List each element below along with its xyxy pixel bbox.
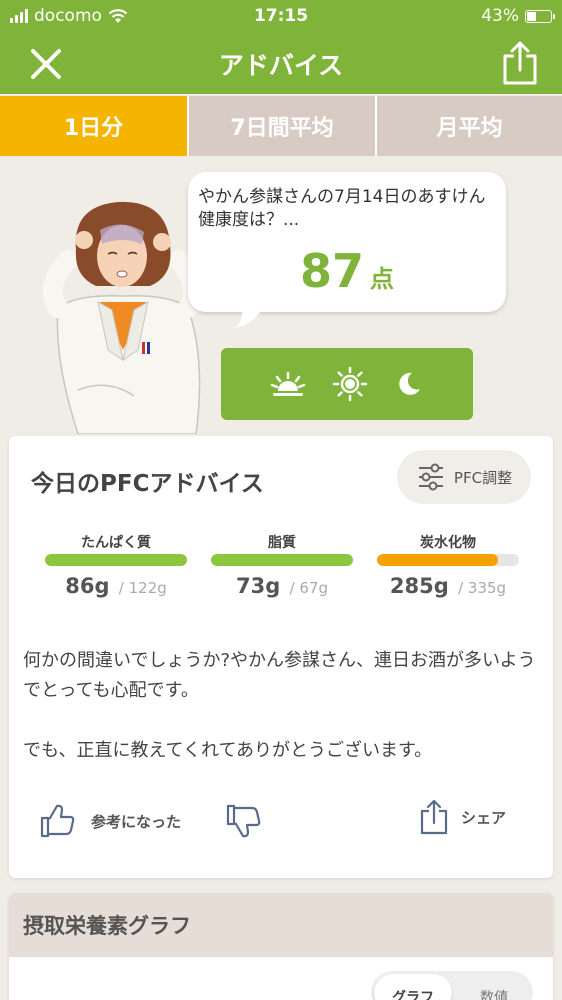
nutrient-bar-fill <box>377 554 498 566</box>
pfc-advice-card: 今日のPFCアドバイス PFC調整 たんぱく質 86g / 122g 脂質 73… <box>9 436 553 878</box>
tab-daily[interactable]: 1日分 <box>0 96 187 156</box>
nutrient-label: 炭水化物 <box>420 535 476 551</box>
share-label: シェア <box>461 808 507 827</box>
view-toggle: グラフ 数値 <box>371 971 533 1000</box>
sliders-icon <box>418 463 443 491</box>
toggle-graph[interactable]: グラフ <box>374 974 452 1000</box>
nutrient-carbs: 炭水化物 285g / 335g <box>377 532 519 598</box>
advisor-avatar <box>42 201 204 434</box>
tab-monthly-average[interactable]: 月平均 <box>375 96 562 156</box>
toggle-values[interactable]: 数値 <box>455 971 533 1000</box>
nutrient-amount: 73g <box>235 574 281 598</box>
thumbs-up-icon <box>40 804 75 838</box>
score-unit: 点 <box>370 265 394 293</box>
nutrient-amount: 285g <box>389 574 449 598</box>
status-right: 43% <box>481 6 555 26</box>
moon-icon[interactable] <box>394 369 424 399</box>
nutrient-protein: たんぱく質 86g / 122g <box>45 532 187 598</box>
advice-paragraph: 何かの間違いでしょうか?やかん参謀さん、連日お酒が多いようでとっても心配です。 <box>23 650 536 701</box>
nutrient-bars: たんぱく質 86g / 122g 脂質 73g / 67g 炭水化物 285g … <box>45 532 521 612</box>
advice-paragraph: でも、正直に教えてくれてありがとうございます。 <box>23 740 433 761</box>
nutrient-amount: 86g <box>65 574 110 598</box>
tab-weekly-average[interactable]: 7日間平均 <box>187 96 375 156</box>
share-icon[interactable] <box>500 40 540 86</box>
helpful-label: 参考になった <box>91 812 182 831</box>
nutrient-bar <box>45 554 187 566</box>
card-title: 今日のPFCアドバイス <box>31 471 264 497</box>
feedback-actions: 参考になった シェア <box>9 799 553 844</box>
pfc-adjust-label: PFC調整 <box>453 468 513 487</box>
nutrient-fat: 脂質 73g / 67g <box>211 532 353 598</box>
health-score: 87 点 <box>188 244 506 298</box>
helpful-button[interactable]: 参考になった <box>39 804 181 838</box>
sun-icon[interactable] <box>332 366 368 402</box>
nutrient-label: たんぱく質 <box>81 535 151 551</box>
nutrient-value: 285g / 335g <box>377 574 519 598</box>
nutrient-target: / 335g <box>458 579 507 597</box>
score-bubble: やかん参謀さんの7月14日のあすけん健康度は？... 87 点 <box>188 172 506 312</box>
share-advice-button[interactable]: シェア <box>419 798 506 836</box>
nutrient-target: / 67g <box>289 579 328 597</box>
score-message: やかん参謀さんの7月14日のあすけん健康度は？... <box>198 187 486 230</box>
meal-time-selector <box>221 348 473 420</box>
clock: 17:15 <box>253 6 309 26</box>
nutrient-bar-fill <box>45 554 187 566</box>
nutrient-bar <box>377 554 519 566</box>
nav-bar: アドバイス <box>0 32 562 94</box>
nutrient-label: 脂質 <box>268 535 296 551</box>
nutrient-graph-card: 摂取栄養素グラフ グラフ 数値 <box>9 893 553 1000</box>
sunrise-icon[interactable] <box>270 369 306 399</box>
bubble-tail <box>234 300 266 328</box>
battery-percent: 43% <box>481 6 519 26</box>
not-helpful-button[interactable] <box>225 804 261 842</box>
status-bar: docomo 17:15 43% <box>0 0 562 32</box>
nutrient-value: 86g / 122g <box>45 574 187 598</box>
thumbs-down-icon <box>226 804 261 838</box>
nutrient-target: / 122g <box>118 579 167 597</box>
nutrient-bar <box>211 554 353 566</box>
period-tabs: 1日分 7日間平均 月平均 <box>0 96 562 156</box>
pfc-adjust-button[interactable]: PFC調整 <box>397 450 531 504</box>
graph-card-title: 摂取栄養素グラフ <box>9 893 553 957</box>
battery-icon <box>525 9 555 23</box>
nutrient-value: 73g / 67g <box>211 574 353 598</box>
nutrient-bar-fill <box>211 554 353 566</box>
page-title: アドバイス <box>218 51 344 80</box>
advice-text: 何かの間違いでしょうか?やかん参謀さん、連日お酒が多いようでとっても心配です。 … <box>23 646 543 766</box>
share-icon <box>420 799 448 835</box>
score-value: 87 <box>299 244 364 298</box>
